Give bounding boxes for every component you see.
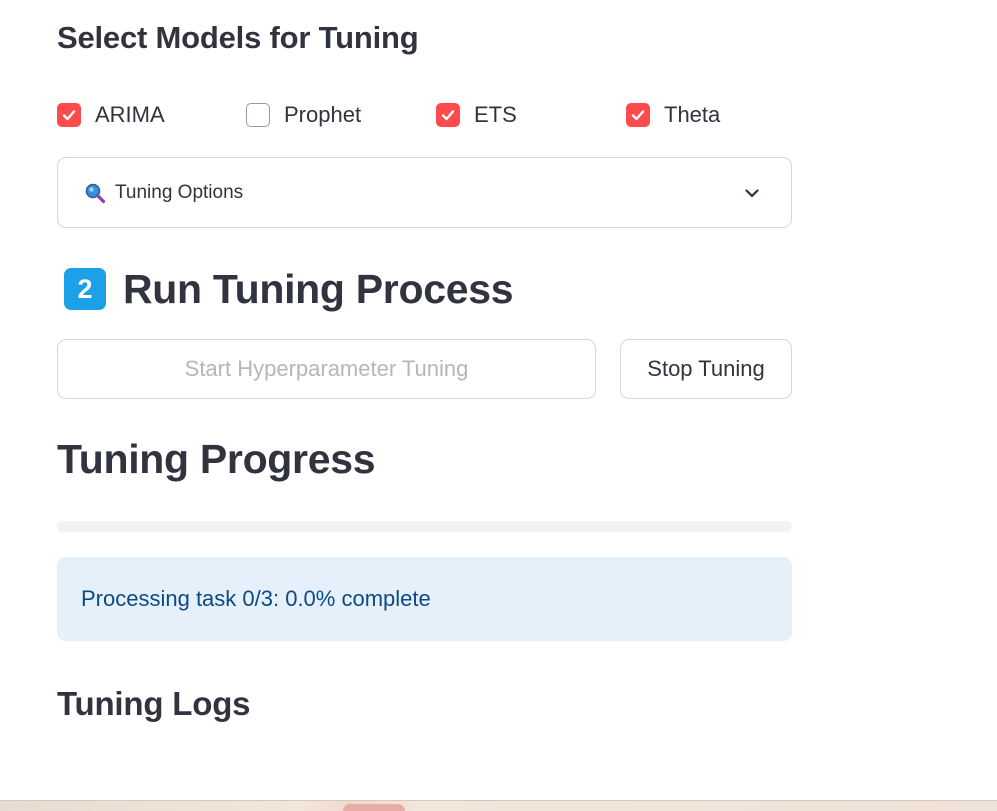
bottom-taskbar-edge — [0, 800, 997, 811]
checkbox-checked-icon — [436, 103, 460, 127]
checkbox-arima[interactable]: ARIMA — [57, 102, 165, 128]
keycap-two-icon: 2 — [64, 268, 106, 310]
tuning-progress-heading: Tuning Progress — [57, 436, 376, 482]
stop-tuning-button[interactable]: Stop Tuning — [620, 339, 792, 399]
checkbox-label: Prophet — [284, 102, 362, 127]
tuning-options-label: Tuning Options — [115, 181, 244, 203]
checkbox-unchecked-icon — [246, 103, 270, 127]
start-tuning-button[interactable]: Start Hyperparameter Tuning — [57, 339, 596, 399]
checkbox-ets[interactable]: ETS — [436, 102, 517, 128]
status-text: Processing task 0/3: 0.0% complete — [81, 586, 431, 611]
run-tuning-heading: 2 Run Tuning Process — [64, 265, 514, 312]
magnifying-glass-icon — [84, 182, 106, 204]
checkbox-prophet[interactable]: Prophet — [246, 102, 361, 128]
checkbox-label: Theta — [664, 102, 721, 127]
chevron-down-icon — [743, 184, 761, 202]
tuning-page: Select Models for Tuning ARIMA Prophet E… — [0, 0, 997, 811]
taskbar-item — [343, 804, 405, 811]
status-info-box: Processing task 0/3: 0.0% complete — [57, 557, 792, 641]
checkbox-label: ETS — [474, 102, 517, 127]
tuning-options-expander[interactable]: Tuning Options — [57, 157, 792, 228]
run-tuning-title: Run Tuning Process — [123, 265, 514, 312]
checkbox-checked-icon — [626, 103, 650, 127]
checkbox-checked-icon — [57, 103, 81, 127]
select-models-heading: Select Models for Tuning — [57, 20, 419, 55]
tuning-logs-heading: Tuning Logs — [57, 685, 251, 722]
checkbox-theta[interactable]: Theta — [626, 102, 720, 128]
progress-bar — [57, 521, 792, 532]
model-checkbox-group: ARIMA Prophet ETS Theta — [57, 102, 792, 128]
checkbox-label: ARIMA — [95, 102, 165, 127]
